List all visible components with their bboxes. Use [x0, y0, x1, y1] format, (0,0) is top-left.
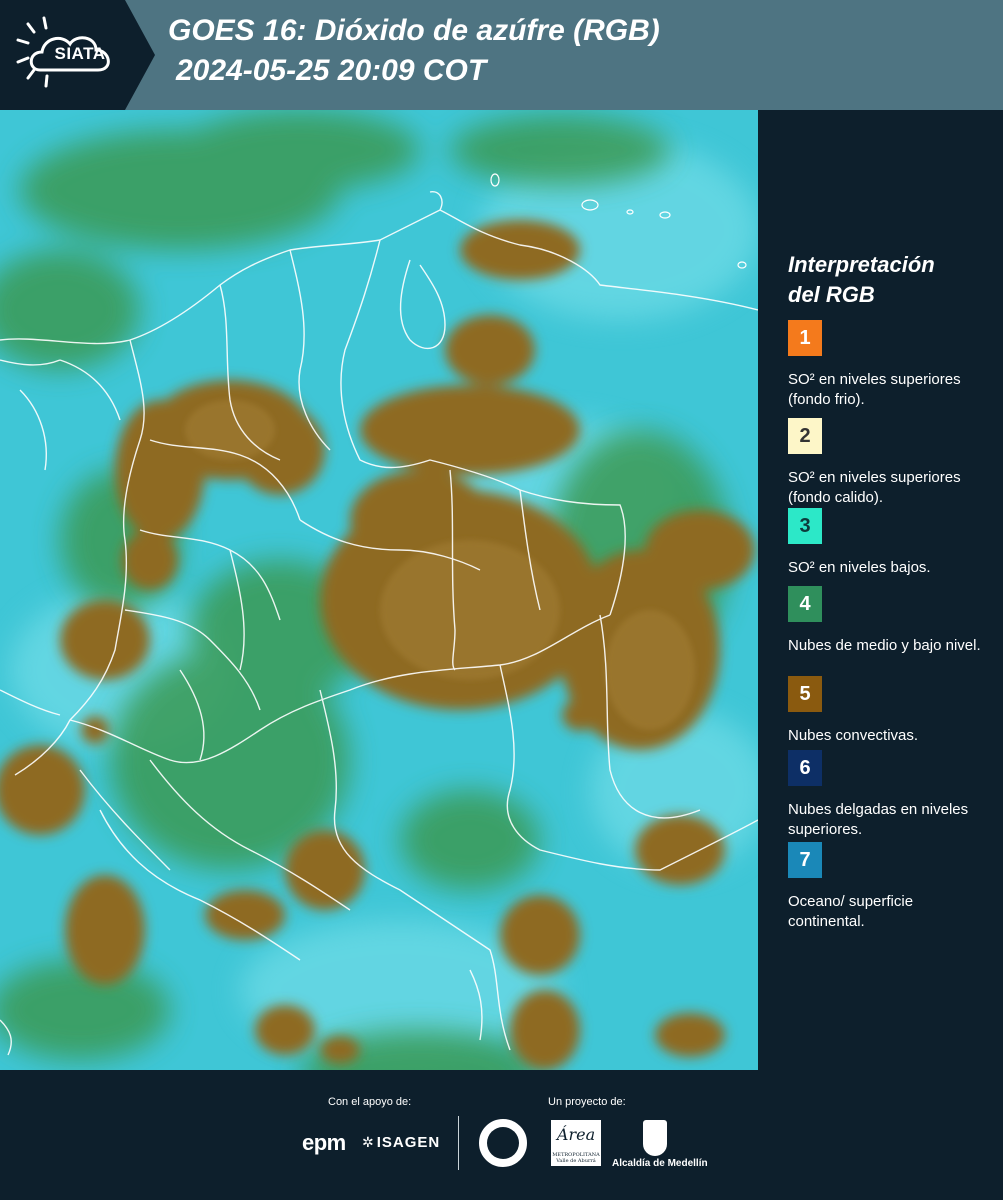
legend-label-6: Nubes delgadas en niveles superiores.	[788, 801, 969, 838]
area-logo-text: Área	[556, 1125, 596, 1144]
siata-logo-text: SIATA	[54, 44, 106, 63]
legend-item-2: 2 SO² en niveles superiores (fondo calid…	[788, 418, 993, 508]
legend-item-1: 1 SO² en niveles superiores (fondo frio)…	[788, 320, 993, 410]
page-timestamp: 2024-05-25 20:09 COT	[176, 54, 487, 87]
legend-swatch-5: 5	[788, 676, 822, 712]
isagen-logo-text: ISAGEN	[376, 1134, 441, 1151]
legend-swatch-2: 2	[788, 418, 822, 454]
area-logo-subtitle: METROPOLITANA Valle de Aburrá	[552, 1152, 600, 1164]
legend-item-7: 7 Oceano/ superficie continental.	[788, 842, 993, 932]
page-title: GOES 16: Dióxido de azúfre (RGB)	[168, 14, 660, 47]
legend-label-3: SO² en niveles bajos.	[788, 559, 931, 576]
legend-item-4: 4 Nubes de medio y bajo nivel.	[788, 586, 993, 656]
satellite-map	[0, 110, 758, 1070]
legend-title: Interpretación del RGB	[788, 250, 998, 310]
medellin-seal-icon	[478, 1118, 528, 1168]
legend-label-4: Nubes de medio y bajo nivel.	[788, 637, 981, 654]
legend-label-1: SO² en niveles superiores (fondo frio).	[788, 371, 961, 408]
isagen-logo: ✲ ISAGEN	[362, 1134, 440, 1151]
legend-item-3: 3 SO² en niveles bajos.	[788, 508, 993, 578]
satellite-image	[0, 110, 758, 1070]
alcaldia-shield-icon	[643, 1120, 667, 1156]
legend-title-line2: del RGB	[788, 282, 875, 307]
legend-swatch-3: 3	[788, 508, 822, 544]
header-bar: SIATA GOES 16: Dióxido de azúfre (RGB) 2…	[0, 0, 1003, 110]
alcaldia-logo-text: Alcaldía de Medellín	[612, 1158, 708, 1169]
legend-label-5: Nubes convectivas.	[788, 727, 919, 744]
legend-title-line1: Interpretación	[788, 252, 935, 277]
project-label: Un proyecto de:	[548, 1096, 626, 1108]
epm-logo: epm	[302, 1130, 346, 1155]
siata-logo: SIATA	[0, 0, 155, 110]
legend-swatch-1: 1	[788, 320, 822, 356]
legend-label-7: Oceano/ superficie continental.	[788, 893, 914, 930]
legend-swatch-6: 6	[788, 750, 822, 786]
legend-label-2: SO² en niveles superiores (fondo calido)…	[788, 469, 961, 506]
footer-divider	[458, 1116, 459, 1170]
footer-bar: Con el apoyo de: Un proyecto de: epm ✲ IS…	[0, 1070, 1003, 1200]
legend-item-5: 5 Nubes convectivas.	[788, 676, 993, 746]
medellin-seal-inner	[487, 1127, 519, 1159]
legend-panel: Interpretación del RGB 1 SO² en niveles …	[770, 110, 1003, 1070]
isagen-mark-icon: ✲	[362, 1134, 375, 1150]
area-metropolitana-logo: Área METROPOLITANA Valle de Aburrá	[551, 1120, 601, 1166]
support-label: Con el apoyo de:	[328, 1096, 412, 1108]
legend-item-6: 6 Nubes delgadas en niveles superiores.	[788, 750, 993, 840]
legend-swatch-4: 4	[788, 586, 822, 622]
legend-swatch-7: 7	[788, 842, 822, 878]
